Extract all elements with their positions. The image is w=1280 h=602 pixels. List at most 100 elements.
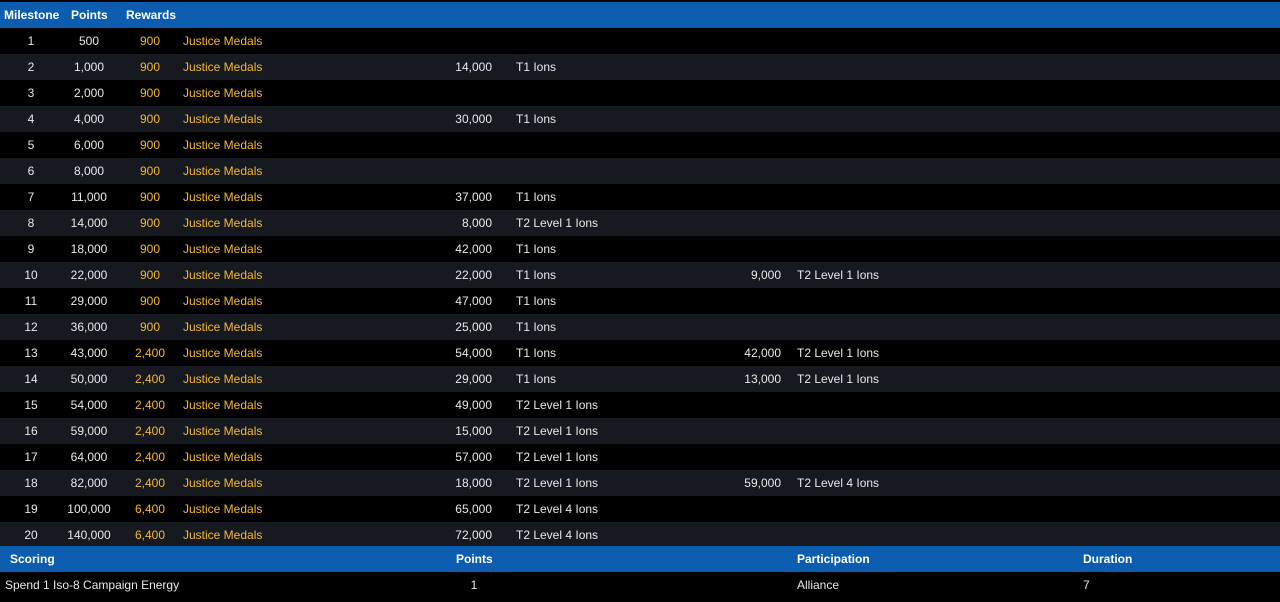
row-reward-amount: 900 bbox=[139, 320, 161, 334]
row-reward-amount: 900 bbox=[139, 138, 161, 152]
row-reward-item: Justice Medals bbox=[183, 450, 263, 464]
row-milestone: 3 bbox=[27, 86, 35, 100]
row-reward2-amount: 22,000 bbox=[455, 268, 492, 282]
row-milestone: 15 bbox=[24, 398, 38, 412]
row-reward2-amount: 47,000 bbox=[455, 294, 492, 308]
row-points: 14,000 bbox=[70, 216, 108, 230]
row-reward2-item: T1 Ions bbox=[516, 346, 557, 360]
scoring-row: Spend 1 Iso-8 Campaign Energy 1 Alliance… bbox=[0, 572, 1280, 598]
row-reward-amount: 900 bbox=[139, 190, 161, 204]
header-points: Points bbox=[71, 8, 108, 22]
row-reward-amount: 2,400 bbox=[134, 450, 166, 464]
row-reward-amount: 2,400 bbox=[134, 398, 166, 412]
table-row: 11 29,000 900 Justice Medals 47,000 T1 Ions bbox=[0, 288, 1280, 314]
row-milestone: 13 bbox=[24, 346, 38, 360]
table-row: 19 100,000 6,400 Justice Medals 65,000 T2 Lev… bbox=[0, 496, 1280, 522]
row-points: 64,000 bbox=[70, 450, 108, 464]
table-row: 16 59,000 2,400 Justice Medals 15,000 T2 Leve… bbox=[0, 418, 1280, 444]
row-reward2-amount: 57,000 bbox=[455, 450, 492, 464]
header-participation: Participation bbox=[797, 552, 870, 566]
row-reward2-amount: 42,000 bbox=[455, 242, 492, 256]
row-reward-amount: 900 bbox=[139, 164, 161, 178]
row-points: 8,000 bbox=[73, 164, 105, 178]
row-reward2-item: T1 Ions bbox=[516, 190, 557, 204]
row-reward2-item: T1 Ions bbox=[516, 320, 557, 334]
row-milestone: 5 bbox=[27, 138, 35, 152]
scoring-description: Spend 1 Iso-8 Campaign Energy bbox=[5, 578, 180, 592]
row-reward-item: Justice Medals bbox=[183, 138, 263, 152]
row-reward-item: Justice Medals bbox=[183, 268, 263, 282]
row-reward-item: Justice Medals bbox=[183, 424, 263, 438]
table-row: 10 22,000 900 Justice Medals 22,000 T1 Ions 9,… bbox=[0, 262, 1280, 288]
row-reward-amount: 900 bbox=[139, 34, 161, 48]
row-reward2-amount: 72,000 bbox=[455, 528, 492, 542]
row-milestone: 14 bbox=[24, 372, 38, 386]
row-points: 43,000 bbox=[70, 346, 108, 360]
table-row: 4 4,000 900 Justice Medals 30,000 T1 Ions bbox=[0, 106, 1280, 132]
row-reward-amount: 2,400 bbox=[134, 372, 166, 386]
row-reward-amount: 900 bbox=[139, 86, 161, 100]
row-reward-item: Justice Medals bbox=[183, 34, 263, 48]
row-reward-item: Justice Medals bbox=[183, 502, 263, 516]
row-reward2-item: T2 Level 1 Ions bbox=[516, 424, 599, 438]
row-milestone: 10 bbox=[24, 268, 38, 282]
row-milestone: 1 bbox=[27, 34, 35, 48]
table-row: 12 36,000 900 Justice Medals 25,000 T1 Ions bbox=[0, 314, 1280, 340]
table-row: 3 2,000 900 Justice Medals bbox=[0, 80, 1280, 106]
row-reward2-amount: 49,000 bbox=[455, 398, 492, 412]
row-reward3-item: T2 Level 4 Ions bbox=[797, 476, 880, 490]
row-milestone: 18 bbox=[24, 476, 38, 490]
row-reward-item: Justice Medals bbox=[183, 476, 263, 490]
row-reward2-amount: 8,000 bbox=[461, 216, 492, 230]
table-row: 5 6,000 900 Justice Medals bbox=[0, 132, 1280, 158]
row-points: 59,000 bbox=[70, 424, 108, 438]
row-reward-item: Justice Medals bbox=[183, 164, 263, 178]
row-reward-amount: 900 bbox=[139, 242, 161, 256]
row-reward2-item: T1 Ions bbox=[516, 112, 557, 126]
row-reward3-amount: 13,000 bbox=[744, 372, 781, 386]
row-milestone: 11 bbox=[24, 294, 38, 308]
table-row: 9 18,000 900 Justice Medals 42,000 T1 Ions bbox=[0, 236, 1280, 262]
scoring-points: 1 bbox=[470, 578, 478, 592]
row-points: 1,000 bbox=[73, 60, 105, 74]
row-reward-amount: 6,400 bbox=[134, 502, 166, 516]
row-points: 22,000 bbox=[70, 268, 108, 282]
row-reward2-amount: 15,000 bbox=[455, 424, 492, 438]
row-reward-item: Justice Medals bbox=[183, 398, 263, 412]
row-reward-amount: 900 bbox=[139, 216, 161, 230]
row-reward-amount: 2,400 bbox=[134, 476, 166, 490]
row-reward2-amount: 37,000 bbox=[455, 190, 492, 204]
row-reward-item: Justice Medals bbox=[183, 372, 263, 386]
row-reward2-item: T1 Ions bbox=[516, 60, 557, 74]
table-row: 18 82,000 2,400 Justice Medals 18,000 T2 Leve… bbox=[0, 470, 1280, 496]
row-reward2-item: T2 Level 4 Ions bbox=[516, 502, 599, 516]
row-reward2-amount: 54,000 bbox=[455, 346, 492, 360]
row-reward2-amount: 29,000 bbox=[455, 372, 492, 386]
milestone-table-header: Milestone Points Rewards bbox=[0, 2, 1280, 28]
row-reward3-item: T2 Level 1 Ions bbox=[797, 268, 880, 282]
row-reward-amount: 2,400 bbox=[134, 346, 166, 360]
row-points: 82,000 bbox=[70, 476, 108, 490]
row-points: 50,000 bbox=[70, 372, 108, 386]
row-reward-item: Justice Medals bbox=[183, 112, 263, 126]
row-reward-amount: 900 bbox=[139, 294, 161, 308]
row-reward-item: Justice Medals bbox=[183, 294, 263, 308]
row-reward-amount: 2,400 bbox=[134, 424, 166, 438]
row-reward-item: Justice Medals bbox=[183, 216, 263, 230]
row-reward-item: Justice Medals bbox=[183, 528, 263, 542]
row-reward2-item: T2 Level 1 Ions bbox=[516, 450, 599, 464]
row-reward2-amount: 14,000 bbox=[455, 60, 492, 74]
table-row: 8 14,000 900 Justice Medals 8,000 T2 Level 1 … bbox=[0, 210, 1280, 236]
row-reward3-amount: 59,000 bbox=[744, 476, 781, 490]
row-reward2-item: T2 Level 1 Ions bbox=[516, 216, 599, 230]
row-milestone: 20 bbox=[24, 528, 38, 542]
table-row: 14 50,000 2,400 Justice Medals 29,000 T1 Ions… bbox=[0, 366, 1280, 392]
row-reward2-amount: 25,000 bbox=[455, 320, 492, 334]
table-row: 1 500 900 Justice Medals bbox=[0, 28, 1280, 54]
row-milestone: 12 bbox=[24, 320, 38, 334]
row-points: 4,000 bbox=[73, 112, 105, 126]
table-row: 15 54,000 2,400 Justice Medals 49,000 T2 Leve… bbox=[0, 392, 1280, 418]
row-reward2-amount: 30,000 bbox=[455, 112, 492, 126]
row-milestone: 6 bbox=[27, 164, 35, 178]
row-reward-item: Justice Medals bbox=[183, 346, 263, 360]
